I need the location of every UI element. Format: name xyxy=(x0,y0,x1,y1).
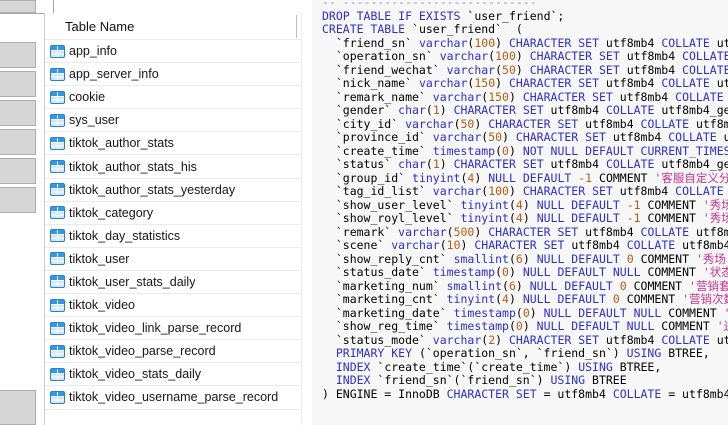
table-name-label: cookie xyxy=(69,90,105,104)
table-list-panel: Table Name app_info app_server_infocookie… xyxy=(44,13,302,425)
sql-line: `show_user_level` tinyint(4) NULL DEFAUL… xyxy=(322,199,728,213)
table-row[interactable]: sys_user xyxy=(45,109,301,132)
sql-line: `show_royl_level` tinyint(4) NULL DEFAUL… xyxy=(322,212,728,226)
table-name-label: tiktok_day_statistics xyxy=(69,229,180,243)
table-row[interactable]: tiktok_user xyxy=(45,248,301,271)
table-icon xyxy=(50,299,65,312)
sql-line: `status_mode` varchar(2) CHARACTER SET u… xyxy=(322,334,728,348)
sql-line: `remark` varchar(500) CHARACTER SET utf8… xyxy=(322,226,728,240)
sql-editor[interactable]: -- ----------------------------DROP TABL… xyxy=(312,0,728,425)
sql-line: `marketing_num` smallint(6) NULL DEFAULT… xyxy=(322,280,728,294)
sql-line: `create_time` timestamp(0) NOT NULL DEFA… xyxy=(322,145,728,159)
table-row[interactable]: tiktok_video_username_parse_record xyxy=(45,386,301,409)
table-row[interactable]: tiktok_video_parse_record xyxy=(45,340,301,363)
grid-row-header[interactable] xyxy=(0,129,36,155)
table-icon xyxy=(50,114,65,127)
sql-line: `marketing_cnt` tinyint(4) NULL DEFAULT … xyxy=(322,293,728,307)
table-name-label: tiktok_author_stats_yesterday xyxy=(69,183,235,197)
table-name-label: tiktok_video_username_parse_record xyxy=(69,390,278,404)
table-icon xyxy=(50,229,65,242)
table-name-label: app_server_info xyxy=(69,67,159,81)
column-resize-handle[interactable] xyxy=(296,15,297,38)
table-icon xyxy=(50,45,65,58)
sql-line: `tag_id_list` varchar(100) CHARACTER SET… xyxy=(322,185,728,199)
table-name-label: tiktok_author_stats_his xyxy=(69,160,197,174)
table-row[interactable]: tiktok_user_stats_daily xyxy=(45,271,301,294)
table-icon xyxy=(50,160,65,173)
table-icon xyxy=(50,322,65,335)
sql-line: `scene` varchar(10) CHARACTER SET utf8mb… xyxy=(322,239,728,253)
grid-row-header[interactable] xyxy=(0,42,36,68)
table-icon xyxy=(50,275,65,288)
grid-row-header[interactable] xyxy=(0,71,36,97)
table-icon xyxy=(50,368,65,381)
sql-line: CREATE TABLE `user_friend` ( xyxy=(322,23,728,37)
sql-line: `city_id` varchar(50) CHARACTER SET utf8… xyxy=(322,118,728,132)
table-name-label: tiktok_video_stats_daily xyxy=(69,367,201,381)
table-icon xyxy=(50,183,65,196)
sql-line: `friend_wechat` varchar(50) CHARACTER SE… xyxy=(322,64,728,78)
sql-line: ) ENGINE = InnoDB CHARACTER SET = utf8mb… xyxy=(322,388,728,402)
sql-line: `show_reply_cnt` smallint(6) NULL DEFAUL… xyxy=(322,253,728,267)
sql-line: `group_id` tinyint(4) NULL DEFAULT -1 CO… xyxy=(322,172,728,186)
table-name-label: tiktok_user_stats_daily xyxy=(69,275,195,289)
table-name-label: tiktok_video_link_parse_record xyxy=(69,321,241,335)
sql-line: INDEX `friend_sn`(`friend_sn`) USING BTR… xyxy=(322,374,728,388)
table-row[interactable]: tiktok_video_link_parse_record xyxy=(45,317,301,340)
table-row[interactable]: app_server_info xyxy=(45,63,301,86)
sql-line: `marketing_date` timestamp(0) NULL DEFAU… xyxy=(322,307,728,321)
table-list-rows: app_info app_server_infocookie sys_usertik… xyxy=(45,40,301,410)
table-name-label: app_info xyxy=(69,44,117,58)
table-icon xyxy=(50,345,65,358)
table-row[interactable]: tiktok_day_statistics xyxy=(45,225,301,248)
sql-line: `remark_name` varchar(150) CHARACTER SET… xyxy=(322,91,728,105)
table-icon xyxy=(50,206,65,219)
sql-line: `friend_sn` varchar(100) CHARACTER SET u… xyxy=(322,37,728,51)
sql-line: `show_reg_time` timestamp(0) NULL DEFAUL… xyxy=(322,320,728,334)
table-row[interactable]: tiktok_category xyxy=(45,202,301,225)
table-row[interactable]: tiktok_author_stats xyxy=(45,132,301,155)
table-row[interactable]: tiktok_author_stats_yesterday xyxy=(45,179,301,202)
table-icon xyxy=(50,391,65,404)
table-row[interactable]: tiktok_video xyxy=(45,294,301,317)
grid-row-header[interactable] xyxy=(0,390,36,425)
table-list-header-label: Table Name xyxy=(65,19,134,34)
sql-line: `status` char(1) CHARACTER SET utf8mb4 C… xyxy=(322,158,728,172)
sql-line: `gender` char(1) CHARACTER SET utf8mb4 C… xyxy=(322,104,728,118)
table-name-label: tiktok_user xyxy=(69,252,129,266)
sql-line: `nick_name` varchar(150) CHARACTER SET u… xyxy=(322,77,728,91)
sql-line: PRIMARY KEY (`operation_sn`, `friend_sn`… xyxy=(322,347,728,361)
table-icon xyxy=(50,91,65,104)
sql-line: `province_id` varchar(50) CHARACTER SET … xyxy=(322,131,728,145)
grid-row-header[interactable] xyxy=(0,100,36,126)
table-row[interactable]: tiktok_video_stats_daily xyxy=(45,363,301,386)
corner-divider-vertical xyxy=(53,0,54,13)
table-row[interactable]: cookie xyxy=(45,86,301,109)
left-grid-strip xyxy=(0,0,38,425)
grid-row-header[interactable] xyxy=(0,0,36,13)
table-name-label: tiktok_author_stats xyxy=(69,136,174,150)
table-list-header[interactable]: Table Name xyxy=(45,13,301,40)
table-icon xyxy=(50,68,65,81)
sql-line: `operation_sn` varchar(100) CHARACTER SE… xyxy=(322,50,728,64)
table-row[interactable]: app_info xyxy=(45,40,301,63)
table-icon xyxy=(50,137,65,150)
table-row[interactable]: tiktok_author_stats_his xyxy=(45,155,301,178)
table-name-label: tiktok_video_parse_record xyxy=(69,344,216,358)
sql-code: -- ----------------------------DROP TABL… xyxy=(322,0,728,401)
sql-line: DROP TABLE IF EXISTS `user_friend`; xyxy=(322,10,728,24)
table-name-label: tiktok_category xyxy=(69,206,153,220)
grid-row-header[interactable] xyxy=(0,158,36,184)
grid-row-header[interactable] xyxy=(0,187,36,213)
table-name-label: sys_user xyxy=(69,113,119,127)
table-icon xyxy=(50,252,65,265)
table-name-label: tiktok_video xyxy=(69,298,135,312)
sql-line: `status_date` timestamp(0) NULL DEFAULT … xyxy=(322,266,728,280)
sql-line: INDEX `create_time`(`create_time`) USING… xyxy=(322,361,728,375)
